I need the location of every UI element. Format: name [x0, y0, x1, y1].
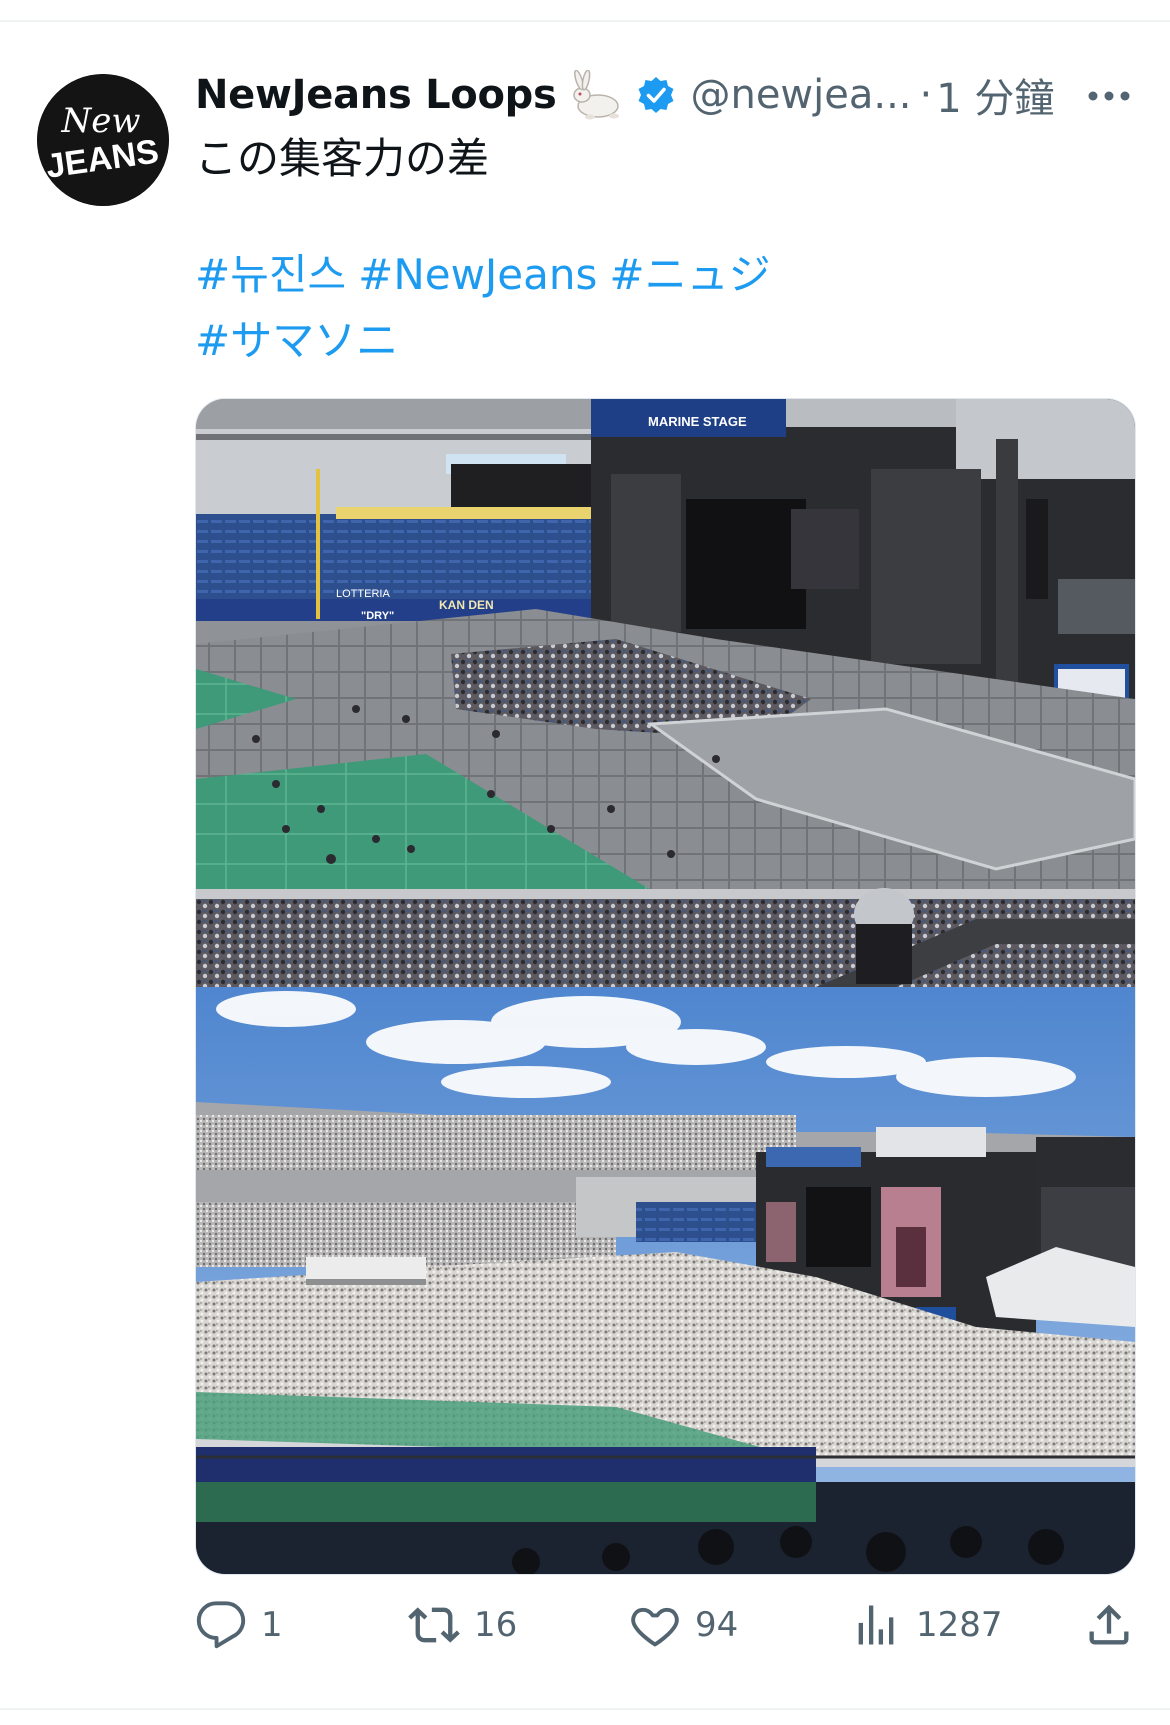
bottom-divider	[0, 1708, 1170, 1710]
reply-icon	[196, 1601, 246, 1649]
heart-icon	[631, 1607, 679, 1647]
ad-dry: "DRY"	[361, 610, 394, 622]
tweet-header: NewJeans Loops @newjea... · 1 分鐘	[195, 70, 1135, 122]
marine-stage-sign: MARINE STAGE	[648, 414, 747, 429]
hashtag-newjeans[interactable]: #NewJeans	[358, 250, 597, 299]
media-photos: LOTTERIA KAN DEN "DRY" MARINE STAGE	[196, 399, 1135, 1574]
hashtag-line-1: #뉴진스 #NewJeans #ニュジ	[195, 246, 783, 304]
avatar[interactable]: New JEANS	[37, 74, 169, 206]
views-button[interactable]: 1287	[850, 1595, 1003, 1655]
hashtag-line-2: #サマソニ	[195, 312, 410, 370]
top-divider	[0, 20, 1170, 22]
share-button[interactable]	[1083, 1595, 1149, 1655]
views-icon	[858, 1605, 894, 1645]
retweet-count: 16	[474, 1605, 518, 1645]
photo-top-empty-stage: LOTTERIA KAN DEN "DRY" MARINE STAGE	[196, 399, 1135, 987]
tweet-text: この集客力の差	[195, 134, 490, 183]
timestamp[interactable]: 1 分鐘	[936, 66, 1054, 124]
views-count: 1287	[916, 1605, 1003, 1645]
verified-badge-icon	[638, 77, 674, 113]
author-name[interactable]: NewJeans Loops	[195, 72, 557, 118]
hashtag-nyuji[interactable]: #ニュジ	[609, 250, 770, 299]
tweet-action-bar: 1 16 94 1287	[195, 1595, 1135, 1655]
like-count: 94	[695, 1605, 739, 1645]
ad-lotteria: LOTTERIA	[336, 588, 390, 600]
retweet-button[interactable]: 16	[408, 1595, 517, 1655]
hashtag-summer-sonic[interactable]: #サマソニ	[195, 316, 398, 365]
photo-bottom-packed-stage	[196, 987, 1135, 1574]
rabbit-emoji-icon	[573, 70, 620, 120]
reply-count: 1	[261, 1605, 283, 1645]
share-icon	[1089, 1604, 1129, 1645]
more-options-icon[interactable]	[1086, 81, 1132, 111]
dot-separator: ·	[919, 72, 933, 118]
like-button[interactable]: 94	[629, 1595, 738, 1655]
reply-button[interactable]: 1	[195, 1595, 283, 1655]
hashtag-newjeans-korean[interactable]: #뉴진스	[195, 250, 346, 299]
retweet-icon	[408, 1607, 460, 1643]
ad-kanden: KAN DEN	[439, 598, 494, 612]
newjeans-logo-icon: New JEANS	[37, 74, 169, 206]
tweet-media[interactable]: LOTTERIA KAN DEN "DRY" MARINE STAGE	[195, 398, 1136, 1575]
avatar-text-new: New	[61, 101, 141, 141]
author-handle[interactable]: @newjea...	[690, 72, 911, 118]
